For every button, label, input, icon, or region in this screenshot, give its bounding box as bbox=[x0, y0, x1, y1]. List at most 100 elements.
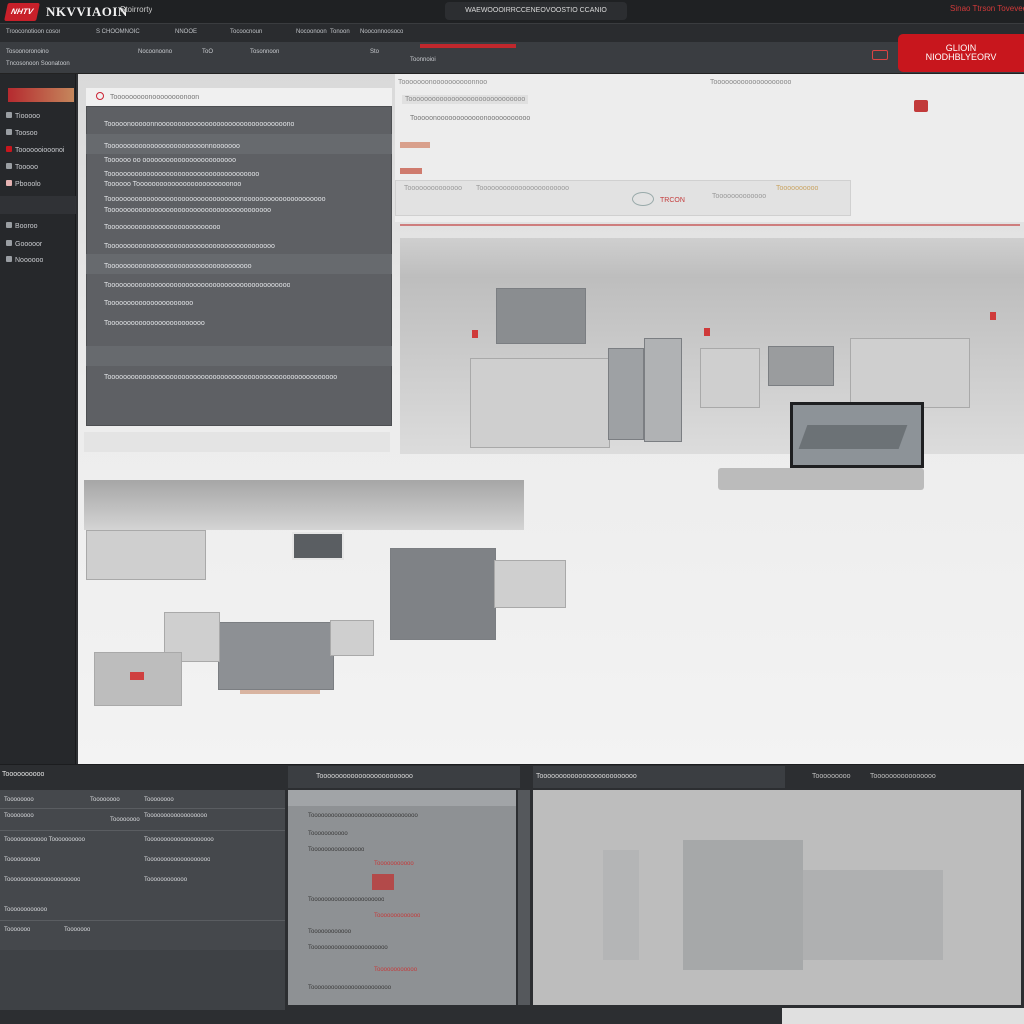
list-item[interactable]: Tooooooooooooooooooooooooonnooooooo bbox=[104, 142, 240, 151]
panel-title[interactable]: Toooooooooooooooooooooooo bbox=[316, 772, 413, 781]
brand-subtitle: Stoirrorty bbox=[120, 5, 153, 14]
menu-item[interactable]: Nocoonoon bbox=[296, 28, 327, 37]
sidebar-selected-row[interactable] bbox=[0, 196, 76, 214]
menu-item[interactable]: Nooconnoosoco bbox=[360, 28, 403, 37]
panel-title[interactable]: Tooooooooooooooooooooooooo bbox=[536, 772, 637, 781]
item-icon bbox=[6, 163, 12, 169]
menu-item[interactable]: S CHOOMNOIC bbox=[96, 28, 140, 37]
list-item[interactable]: Tooooooooooooooooooooooooo bbox=[104, 319, 205, 328]
table-cell[interactable]: Tooooooooooooooooooo bbox=[144, 856, 210, 865]
indicator-light bbox=[704, 328, 710, 336]
sidebar-item-label: Gooooor bbox=[15, 241, 43, 248]
tab[interactable]: Tooooooonoooooooooonnoo bbox=[398, 78, 487, 87]
toolbar-item[interactable]: Tosoonoronoino bbox=[6, 48, 49, 57]
title-right-link[interactable]: Sinao Ttrson Tovevee bbox=[950, 4, 1024, 13]
tab[interactable]: Tooooooooo bbox=[812, 772, 851, 781]
left-panel-header: Tooooooooonoooooooonoon bbox=[86, 88, 392, 106]
table-cell[interactable]: Toooooooo bbox=[110, 816, 140, 825]
table-cell[interactable]: Toooooooo bbox=[144, 796, 174, 805]
log-line[interactable]: Toooooooooooo bbox=[308, 928, 351, 937]
app-logo[interactable]: NHTV bbox=[4, 3, 40, 21]
log-line[interactable]: Tooooooooooo bbox=[308, 830, 348, 839]
log-line-alert[interactable]: Toooooooooooo bbox=[374, 966, 417, 975]
toolbar-item[interactable]: Tosonnoon bbox=[250, 48, 279, 57]
strip-item[interactable]: TRCON bbox=[660, 196, 685, 205]
log-line[interactable]: Toooooooooooooooooooooooo bbox=[308, 984, 391, 993]
workstation bbox=[494, 560, 566, 608]
toolbar-item[interactable]: Tncosonoon Soonatoon bbox=[6, 60, 70, 69]
log-line[interactable]: Toooooooooooooooooooooo bbox=[308, 896, 384, 905]
toolbar-item[interactable]: Sto bbox=[370, 48, 379, 57]
sidebar-item-label: Pbooolo bbox=[15, 181, 41, 188]
list-item[interactable]: Tooooooooooooooooooooooooooooooooooooooo… bbox=[104, 242, 275, 251]
preview-desk bbox=[803, 870, 943, 960]
table-cell[interactable]: Toooooooo bbox=[4, 812, 34, 821]
menu-item[interactable]: NNOOE bbox=[175, 28, 197, 37]
list-item[interactable]: Tooooooooooooooooooooooooooooooooooooo bbox=[104, 262, 252, 271]
toolbar-item[interactable]: ToO bbox=[202, 48, 213, 57]
toolbar-item[interactable]: Toonnoioi bbox=[410, 56, 436, 65]
preview-cabinet bbox=[603, 850, 639, 960]
log-line[interactable]: Toooooooooooooooooooooooooooooooo bbox=[308, 812, 418, 821]
divider bbox=[400, 224, 1020, 226]
table-cell[interactable]: Toooooooo bbox=[4, 796, 34, 805]
sidebar-item[interactable]: Toosoo bbox=[6, 129, 38, 138]
list-item[interactable]: Toooooooooooooooooooooooooooooooooonoooo… bbox=[104, 195, 326, 204]
list-item[interactable]: Tooooooooooooooooooooooooooooooooooooooo bbox=[104, 170, 259, 179]
log-line-alert[interactable]: Tooooooooooo bbox=[374, 860, 414, 869]
table-cell[interactable]: Tooooooo bbox=[4, 926, 30, 935]
primary-action-button[interactable]: GLIOIN NIODHBLYEORV bbox=[898, 34, 1024, 72]
scrollbar[interactable] bbox=[518, 790, 530, 1005]
log-line[interactable]: Tooooooooooooooooooooooo bbox=[308, 944, 388, 953]
list-item[interactable]: Tooooooooooooooooooooooooooooo bbox=[104, 223, 220, 232]
strip-item[interactable]: Tooooooooooooo bbox=[712, 192, 766, 201]
list-item[interactable]: Tooooonooooonnoooooooooooooooooooooooooo… bbox=[104, 120, 294, 129]
sidebar-active-banner[interactable] bbox=[8, 88, 74, 102]
table-cell[interactable]: Toooooooo bbox=[90, 796, 120, 805]
list-item[interactable]: Tooooooooooooooooooooooooooooooooooooooo… bbox=[104, 206, 271, 215]
properties-panel-footer bbox=[0, 950, 285, 1010]
log-line-alert[interactable]: Tooooooooooooo bbox=[374, 912, 420, 921]
table-cell[interactable]: Toooooooooooooooooo bbox=[144, 812, 207, 821]
tab[interactable]: Toooooooooooooooo bbox=[870, 772, 936, 781]
strip-item[interactable]: Toooooooooooooo bbox=[404, 184, 462, 193]
panel-title: Toooooooooo bbox=[2, 771, 45, 778]
breadcrumb[interactable]: Tooooonoooooooooooonooooooooooo bbox=[410, 114, 530, 123]
sidebar-item[interactable]: Pbooolo bbox=[6, 180, 41, 189]
table-cell[interactable]: Toooooooooooo Toooooooooo bbox=[4, 836, 85, 845]
table-cell[interactable]: Tooooooo bbox=[64, 926, 90, 935]
sidebar-item[interactable]: Tiooooo bbox=[6, 112, 40, 121]
alert-icon bbox=[914, 100, 928, 112]
cta-line-2: NIODHBLYEORV bbox=[925, 52, 997, 62]
menu-item[interactable]: Tocoocnoun bbox=[230, 28, 262, 37]
toolbar-item[interactable]: Nocoonoono bbox=[138, 48, 172, 57]
strip-item[interactable]: Tooooooooooooooooooooooo bbox=[476, 184, 569, 193]
alert-badge bbox=[372, 874, 394, 890]
table-cell[interactable]: Toooooooooooooooooooo bbox=[144, 836, 214, 845]
log-line[interactable]: Toooooooooooooooo bbox=[308, 846, 364, 855]
sidebar-item[interactable]: Tooooooiooonoi bbox=[6, 146, 64, 155]
sidebar-item[interactable]: Gooooor bbox=[6, 240, 42, 249]
table-cell[interactable]: Toooooooooo bbox=[4, 856, 40, 865]
tab[interactable]: Toooooooooooooooooooooooooooooo bbox=[402, 95, 529, 104]
list-item[interactable]: Toooooo oo oooooooooooooooooooooooo bbox=[104, 156, 236, 165]
sidebar-item[interactable]: Noooooo bbox=[6, 256, 43, 265]
status-badge bbox=[400, 168, 422, 174]
status-badge bbox=[400, 142, 430, 148]
tab[interactable]: Toooooooooooooooooooo bbox=[710, 78, 791, 87]
sidebar-item[interactable]: Tooooo bbox=[6, 163, 38, 172]
list-item[interactable]: Tooooooooooooooooooooooooooooooooooooooo… bbox=[104, 373, 337, 382]
server-rack bbox=[390, 548, 496, 640]
list-item[interactable]: Toooooooooooooooooooooo bbox=[104, 299, 193, 308]
sidebar-item[interactable]: Booroo bbox=[6, 222, 38, 231]
strip-item[interactable]: Toooooooooo bbox=[776, 184, 818, 193]
item-icon bbox=[6, 129, 12, 135]
table-cell[interactable]: Toooooooooooooooooooooo bbox=[4, 876, 80, 885]
menu-item[interactable]: Tonoon bbox=[330, 28, 350, 37]
table-cell[interactable]: Toooooooooooo bbox=[144, 876, 187, 885]
table-cell[interactable]: Toooooooooooo bbox=[4, 906, 47, 915]
ceiling bbox=[400, 238, 1024, 278]
menu-item[interactable]: Trooconotioon cosor bbox=[6, 28, 60, 37]
list-item[interactable]: Tooooooooooooooooooooooooooooooooooooooo… bbox=[104, 281, 290, 290]
list-item[interactable]: Toooooo Toooooooooooooooooooooooonoo bbox=[104, 180, 241, 189]
